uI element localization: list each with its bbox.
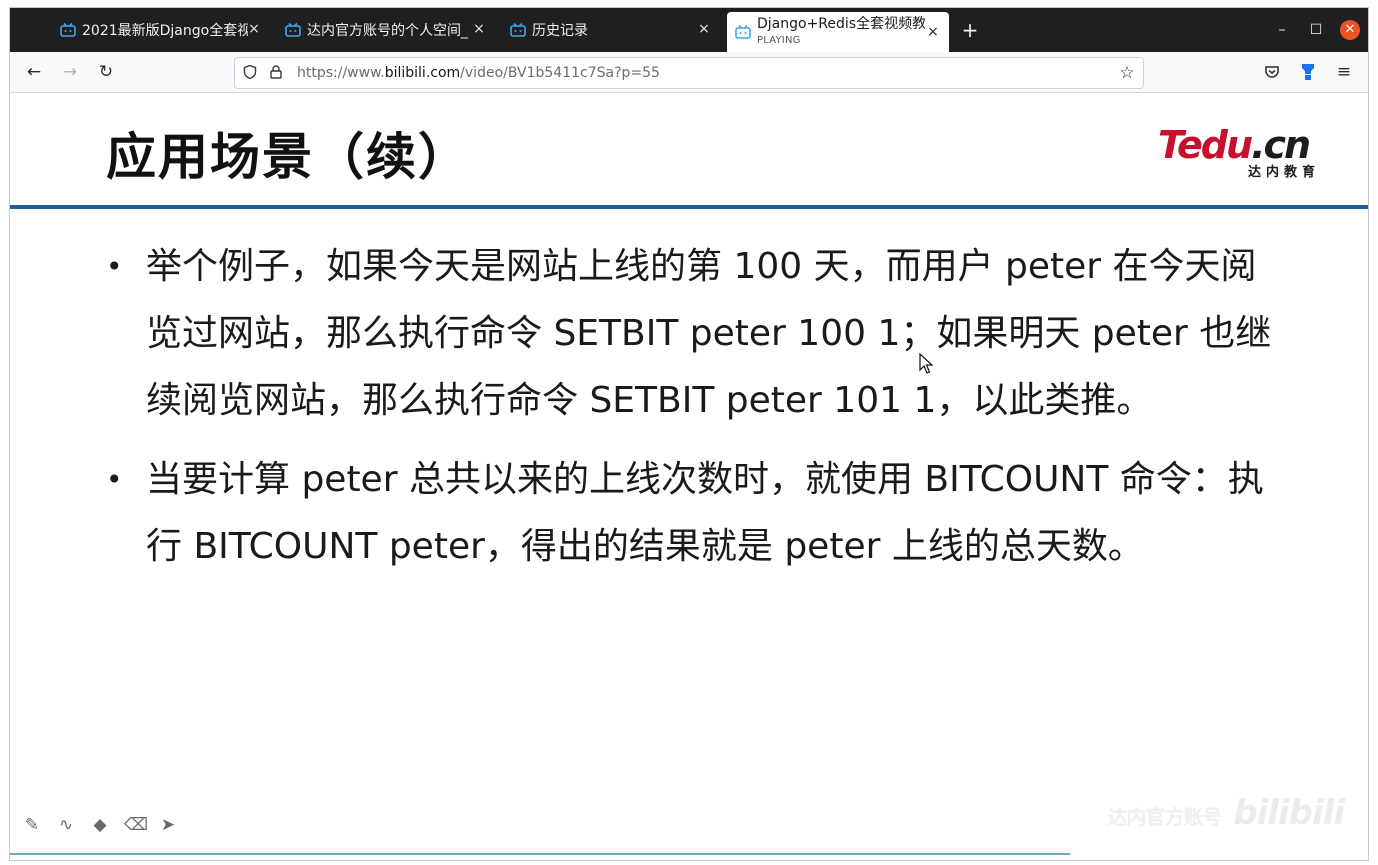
bullet-dot: • [106,463,123,496]
bilibili-tv-icon [60,22,76,37]
pen-icon[interactable]: ✎ [22,815,42,835]
watermark-brand: bilibili [1233,793,1345,833]
url-prefix: https://www. [297,65,385,81]
tab-title: 达内官方账号的个人空间_ [307,23,468,39]
forward-icon[interactable]: → [60,62,80,82]
highlighter-icon[interactable]: ◆ [90,815,110,835]
mouse-cursor-icon [919,353,933,374]
url-text[interactable]: https://www.bilibili.com/video/BV1b5411c… [297,64,660,82]
logo-subtitle: 达内教育 [1247,165,1320,180]
tab-playing-label: PLAYING [757,34,801,46]
reload-icon[interactable]: ↻ [96,62,116,82]
bullet-list: • 举个例子，如果今天是网站上线的第 100 天，而用户 peter 在今天阅览… [102,233,1272,592]
address-bar[interactable]: https://www.bilibili.com/video/BV1b5411c… [234,57,1144,89]
annotation-toolbar: ✎ ∿ ◆ ⌫ ➤ [22,815,178,835]
url-path: /video/BV1b5411c7Sa?p=55 [460,65,660,81]
bullet-text: 举个例子，如果今天是网站上线的第 100 天，而用户 peter 在今天阅览过网… [146,246,1272,421]
logo-te: Te [1158,123,1203,167]
url-domain: bilibili.com [384,65,461,81]
bilibili-tv-icon [285,22,301,37]
title-divider [10,205,1368,209]
logo-du: du [1200,123,1253,167]
browser-window: 2021最新版Django全套视 × 达内官方账号的个人空间_ × 历史记录 ×… [10,8,1368,860]
bilibili-watermark: 达内官方账号 bilibili [1107,793,1345,833]
bullet-dot: • [106,250,123,283]
star-icon[interactable]: ☆ [1117,63,1137,83]
tab-user-space[interactable]: 达内官方账号的个人空间_ × [285,14,487,46]
tab-title: Django+Redis全套视频教 [757,15,925,32]
tab-strip: 2021最新版Django全套视 × 达内官方账号的个人空间_ × 历史记录 ×… [10,8,1368,52]
eraser-icon[interactable]: ⌫ [124,815,148,835]
extension-icon[interactable] [1298,62,1318,82]
shield-icon[interactable] [241,64,259,82]
close-icon[interactable]: × [471,21,487,37]
navigation-toolbar: ← → ↻ https://www.bilibili.com/video/BV1… [10,52,1368,93]
curve-icon[interactable]: ∿ [56,815,76,835]
back-icon[interactable]: ← [24,62,44,82]
close-icon[interactable]: × [925,24,941,40]
tab-title: 2021最新版Django全套视 [82,23,248,39]
close-icon[interactable]: × [246,21,262,37]
tab-django-series[interactable]: 2021最新版Django全套视 × [60,14,262,46]
bilibili-tv-icon [735,24,751,39]
slide-title: 应用场景（续） [106,128,470,186]
minimize-button[interactable]: – [1272,20,1292,40]
tedu-logo: Tedu.cn 达内教育 [1158,123,1320,181]
list-item: • 举个例子，如果今天是网站上线的第 100 天，而用户 peter 在今天阅览… [102,233,1272,434]
tab-history[interactable]: 历史记录 × [510,14,712,46]
maximize-button[interactable]: ☐ [1306,20,1326,40]
tab-django-redis-active[interactable]: Django+Redis全套视频教 PLAYING × [727,12,949,52]
video-slide: 应用场景（续） Tedu.cn 达内教育 • 举个例子，如果今天是网站上线的第 … [10,93,1368,860]
menu-icon[interactable]: ≡ [1334,62,1354,82]
tab-title: 历史记录 [532,23,588,39]
bullet-text: 当要计算 peter 总共以来的上线次数时，就使用 BITCOUNT 命令：执行… [146,459,1264,567]
pointer-icon[interactable]: ➤ [158,815,178,835]
close-window-button[interactable]: ✕ [1340,20,1360,40]
pocket-icon[interactable] [1262,62,1282,82]
watermark-text: 达内官方账号 [1107,805,1222,829]
list-item: • 当要计算 peter 总共以来的上线次数时，就使用 BITCOUNT 命令：… [102,446,1272,580]
bilibili-tv-icon [510,22,526,37]
lock-icon[interactable] [267,64,285,82]
new-tab-button[interactable]: + [960,20,980,40]
video-progress-bar[interactable] [10,853,1070,855]
close-icon[interactable]: × [696,21,712,37]
